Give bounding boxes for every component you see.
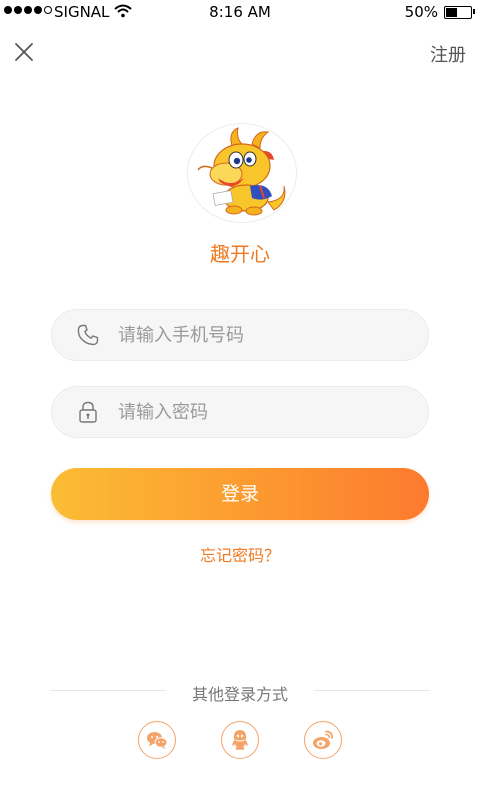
- other-login-title: 其他登录方式: [191, 685, 288, 704]
- battery-percent: 50%: [404, 3, 438, 21]
- wechat-login-button[interactable]: [138, 721, 176, 759]
- qq-icon: [232, 730, 248, 750]
- brand-name: 趣开心: [210, 242, 270, 266]
- weibo-icon: [313, 730, 333, 749]
- phone-input[interactable]: [118, 310, 408, 360]
- wechat-icon: [147, 732, 168, 749]
- divider-right: [314, 690, 430, 691]
- login-screen: SIGNAL 8:16 AM 50% 注册 趣开心 请输入手机号码 登录 忘记密…: [0, 0, 480, 800]
- close-icon: [15, 43, 33, 61]
- weibo-login-button[interactable]: [304, 721, 342, 759]
- lock-icon: [79, 401, 97, 423]
- phone-icon: [77, 324, 99, 346]
- qq-login-button[interactable]: [221, 721, 259, 759]
- battery-icon: [444, 6, 472, 19]
- dragon-mascot-logo: [197, 127, 286, 216]
- password-input[interactable]: [118, 387, 408, 437]
- register-link[interactable]: 注册: [430, 41, 466, 67]
- close-button[interactable]: [12, 40, 36, 64]
- password-field[interactable]: [51, 386, 429, 438]
- status-bar: SIGNAL 8:16 AM 50%: [0, 0, 480, 24]
- login-button[interactable]: 登录: [51, 468, 429, 520]
- phone-field[interactable]: [51, 309, 429, 361]
- battery-fill: [446, 8, 457, 17]
- app-logo: [187, 123, 297, 223]
- forgot-password-link[interactable]: 忘记密码？: [0, 542, 480, 566]
- battery-cap: [473, 9, 475, 14]
